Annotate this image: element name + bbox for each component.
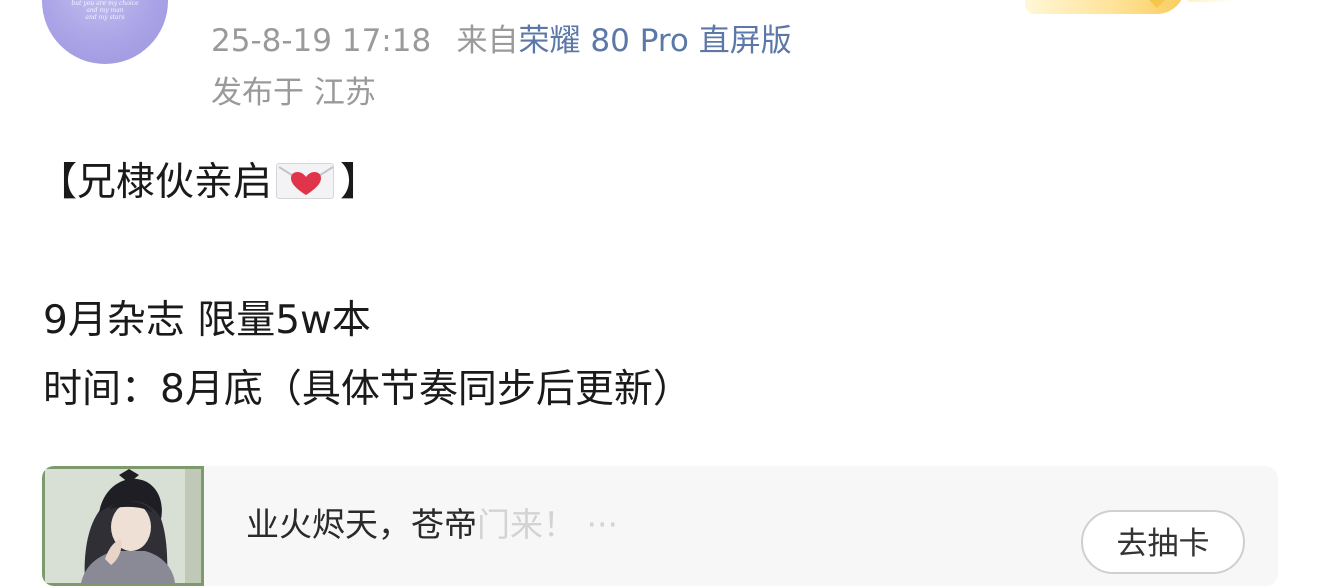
- promo-card[interactable]: 业火烬天，苍帝门来！ ··· 去抽卡: [42, 466, 1278, 586]
- love-letter-icon: [276, 163, 335, 199]
- post-meta-time-source: 25-8-19 17:18 来自荣耀 80 Pro 直屏版: [211, 21, 792, 61]
- draw-card-button[interactable]: 去抽卡: [1081, 510, 1245, 574]
- badge-glow: [1185, 0, 1235, 2]
- post-heading-close: 】: [340, 160, 380, 205]
- post-heading: 【兄棣伙亲启 】: [38, 158, 379, 208]
- card-title-blurred: 门来！ ···: [477, 505, 618, 544]
- post-device-link[interactable]: 荣耀 80 Pro 直屏版: [519, 23, 792, 59]
- post-line-magazine: 9月杂志 限量5w本: [43, 298, 371, 343]
- card-thumbnail: [42, 466, 204, 586]
- post-line-time: 时间：8月底（具体节奏同步后更新）: [43, 367, 692, 412]
- badge-ribbon-tail: [1143, 0, 1171, 8]
- post-source-prefix: 来自: [456, 23, 519, 59]
- avatar[interactable]: but you are my choice and my man and my …: [42, 0, 168, 64]
- avatar-caption: but you are my choice and my man and my …: [71, 0, 139, 21]
- card-title-text: 业火烬天，苍帝: [246, 505, 477, 544]
- post-date: 25-8-19 17:18: [211, 23, 432, 59]
- post-heading-text: 【兄棣伙亲启: [38, 160, 273, 205]
- post-location: 发布于 江苏: [211, 75, 376, 111]
- top-right-badge: [1025, 0, 1270, 18]
- card-title: 业火烬天，苍帝门来！ ···: [246, 503, 618, 547]
